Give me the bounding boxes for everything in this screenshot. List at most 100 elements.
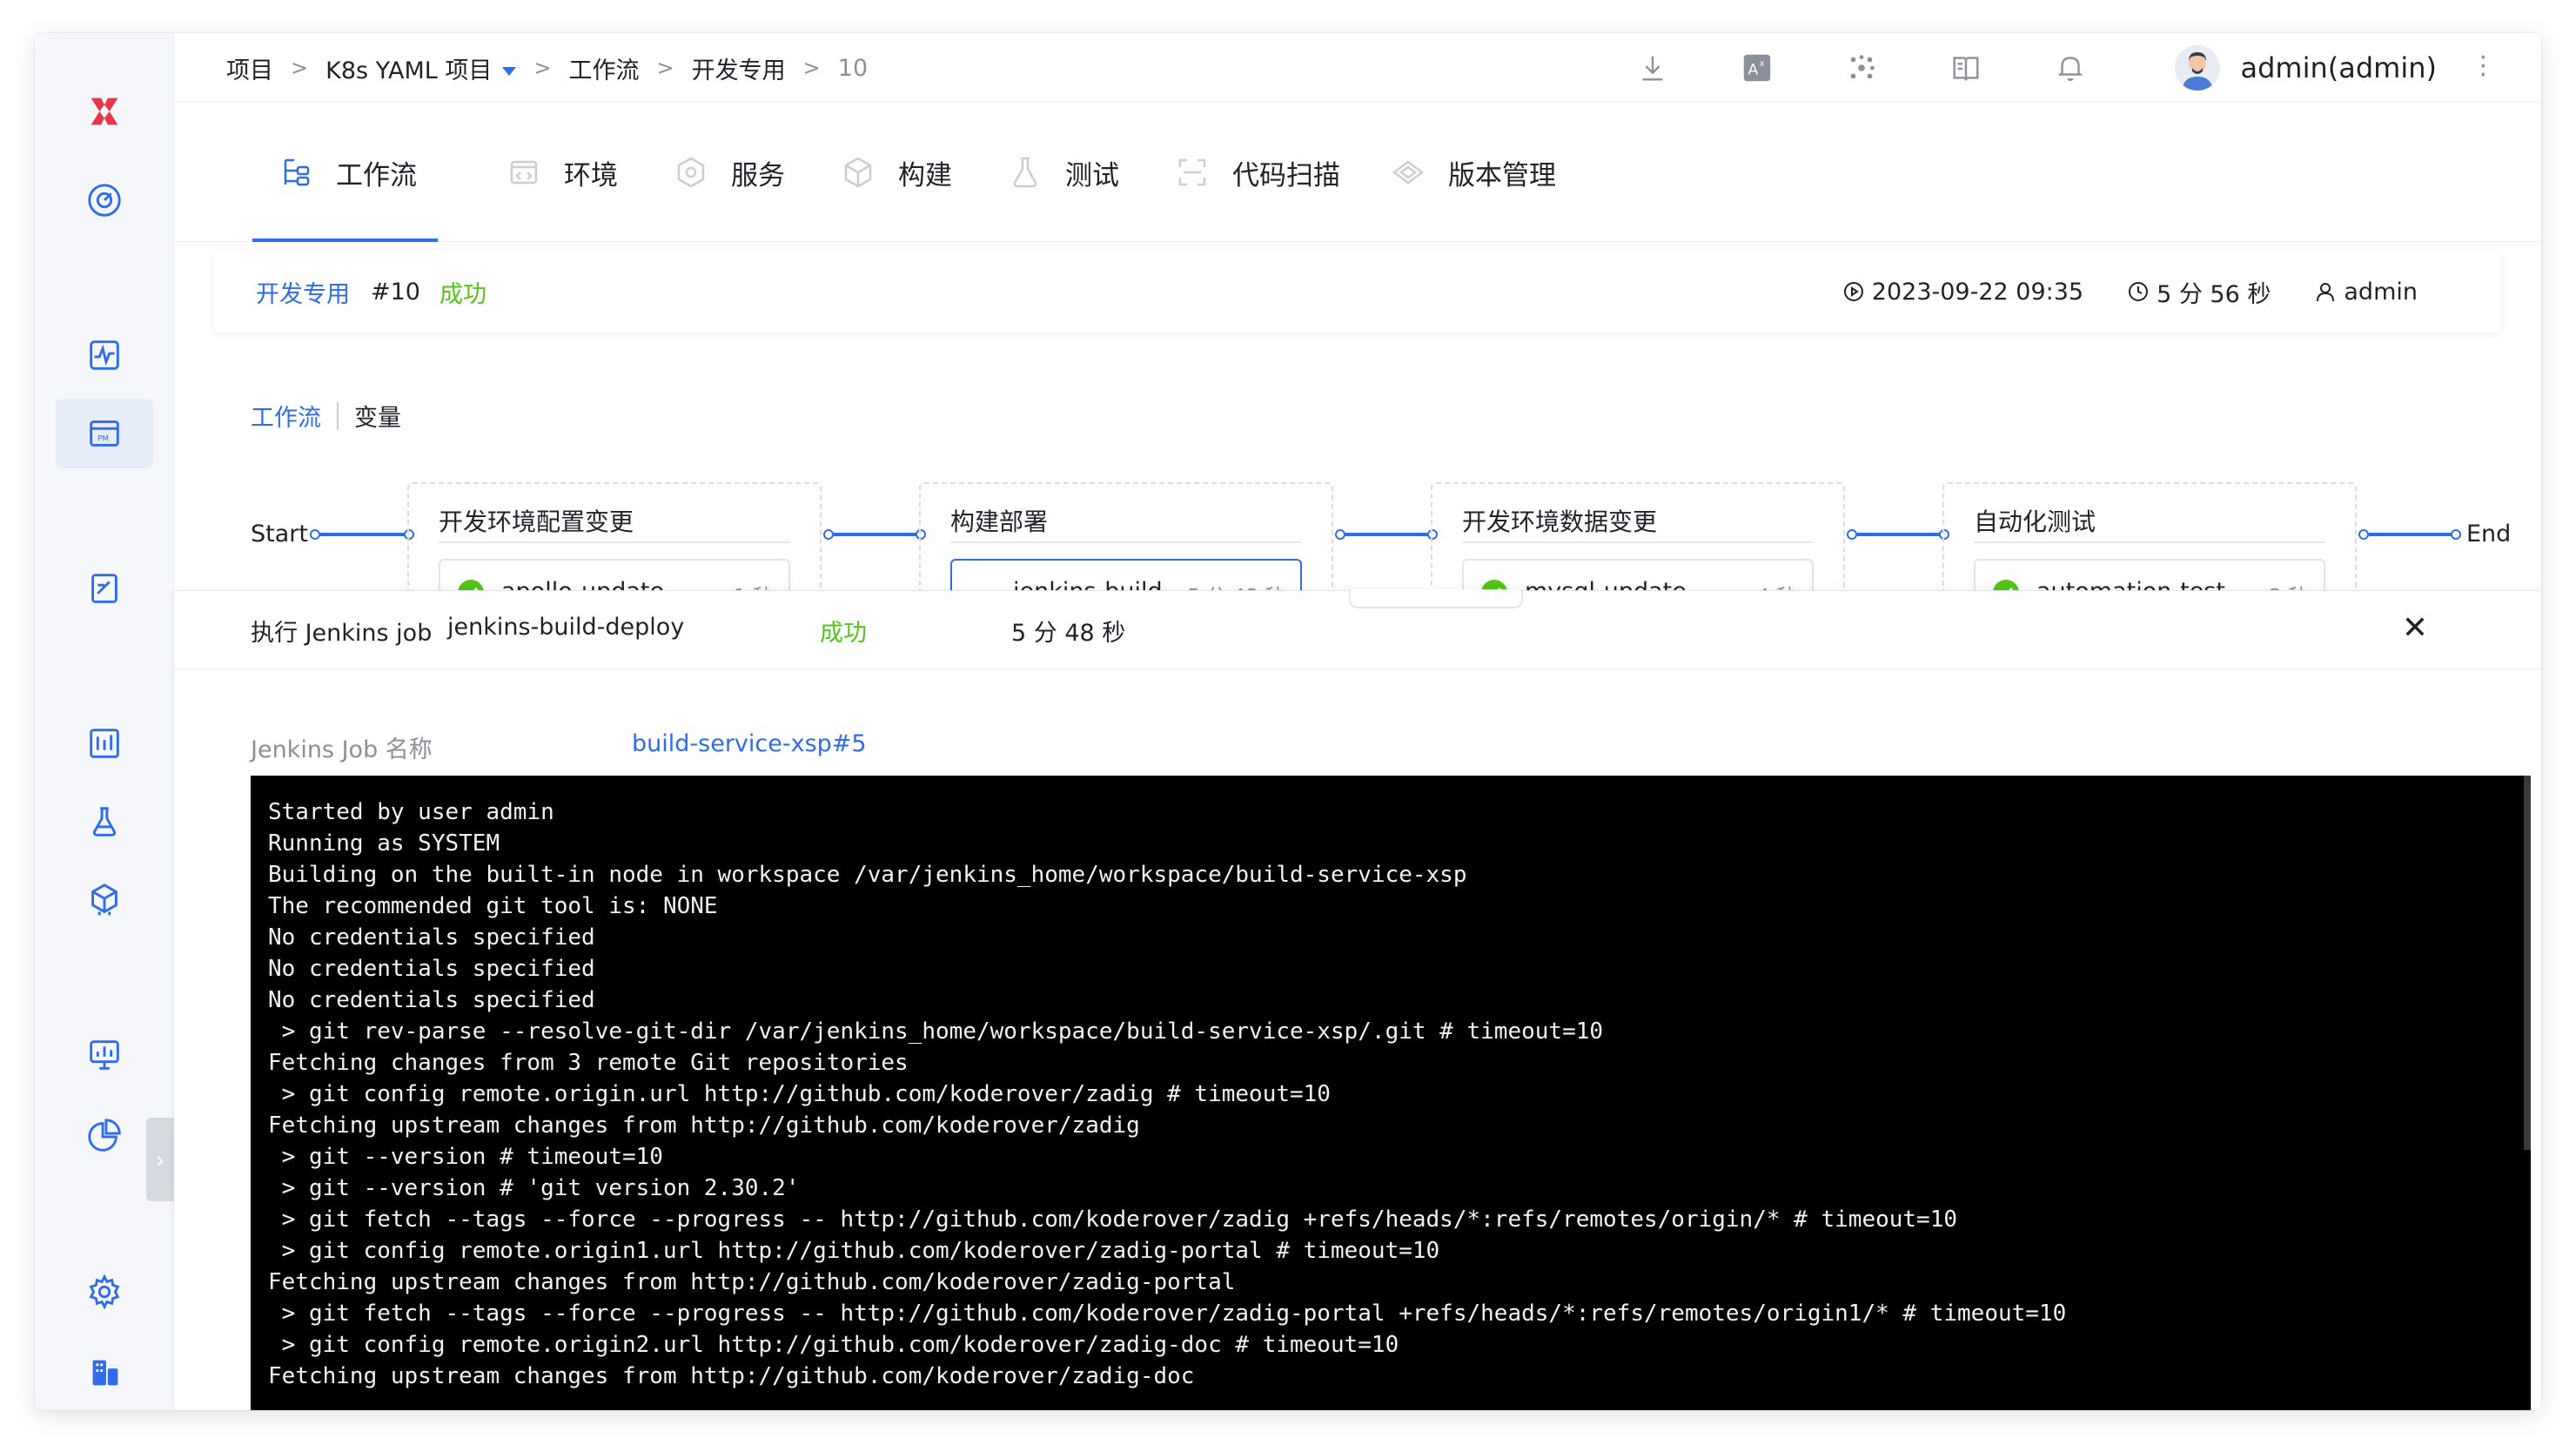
stage-divider: [950, 541, 1302, 543]
enterprise-building-icon[interactable]: [56, 1337, 153, 1407]
subtab-workflow[interactable]: 工作流: [251, 399, 321, 433]
release-notes-icon[interactable]: [56, 554, 153, 623]
start-time-value: 2023-09-22 09:35: [1871, 278, 2084, 306]
close-icon[interactable]: ✕: [2402, 610, 2428, 646]
pipeline-start: Start: [251, 521, 308, 548]
tab-service[interactable]: 服务: [674, 103, 785, 242]
download-icon[interactable]: [1633, 49, 1672, 87]
breadcrumb-separator: >: [291, 56, 309, 80]
play-circle-icon: [1843, 282, 1863, 301]
monitor-pulse-icon[interactable]: [56, 320, 153, 390]
svg-text:A: A: [1748, 62, 1758, 79]
notification-bell-icon[interactable]: [2051, 49, 2090, 87]
zadig-logo[interactable]: [56, 77, 153, 146]
breadcrumb-projects[interactable]: 项目: [226, 51, 273, 85]
pipeline-end: End: [2466, 521, 2512, 548]
pipeline-connector: [320, 533, 406, 536]
top-actions: Ax admin(admin): [1600, 33, 2542, 103]
pipeline-node-dot: [2451, 529, 2461, 540]
pipeline-connector: [1857, 533, 1941, 536]
tab-label: 工作流: [336, 159, 417, 192]
service-icon: [677, 157, 705, 188]
run-summary-card: 开发专用 #10 成功 2023-09-22 09:35 5 分 56 秒 ad…: [214, 251, 2501, 333]
translate-icon[interactable]: Ax: [1738, 49, 1776, 87]
drawer-duration: 5 分 48 秒: [1011, 620, 1126, 647]
pipeline-node-dot: [2358, 529, 2369, 540]
tab-build[interactable]: 构建: [841, 103, 952, 242]
drawer-status: 成功: [820, 620, 867, 647]
divider: [337, 401, 339, 430]
version-icon: [1392, 160, 1425, 185]
user-icon: [2317, 283, 2335, 302]
svg-text:PM: PM: [97, 435, 109, 444]
breadcrumb-workflow[interactable]: 开发专用: [692, 51, 786, 85]
pipeline-node-dot: [823, 529, 834, 540]
stage-name: 开发环境配置变更: [439, 507, 634, 536]
project-tabs: 工作流 环境 服务 构建 测试 代码扫描 版本管理: [174, 103, 2541, 242]
stage-name: 开发环境数据变更: [1462, 507, 1658, 536]
jenkins-job-link[interactable]: build-service-xsp#5: [632, 730, 867, 757]
tab-workflow[interactable]: 工作流: [252, 103, 438, 242]
artifact-cube-icon[interactable]: [56, 865, 153, 935]
job-detail-drawer: 执行 Jenkins job jenkins-build-deploy 成功 5…: [174, 589, 2541, 1410]
breadcrumb: 项目 > K8s YAML 项目 > 工作流 > 开发专用 > 10: [226, 33, 868, 103]
sidebar-expand-handle[interactable]: ›: [146, 1118, 174, 1201]
statistics-pie-icon[interactable]: [56, 1100, 153, 1170]
subtab-variables[interactable]: 变量: [354, 399, 401, 433]
dashboard-icon[interactable]: [56, 165, 153, 235]
app-window: PM › 项目 > K8s YAML 项目 > 工作流 > 开发专用 > 10 …: [35, 33, 2541, 1410]
pipeline-node-dot: [310, 529, 320, 540]
test-flask-icon[interactable]: [56, 787, 153, 857]
breadcrumb-workflows[interactable]: 工作流: [569, 51, 640, 85]
run-start-time: 2023-09-22 09:35: [1842, 279, 2083, 306]
run-user-value: admin: [2344, 278, 2418, 306]
clock-icon: [2129, 282, 2149, 301]
stage-divider: [1974, 541, 2325, 543]
tab-test[interactable]: 测试: [1008, 103, 1119, 242]
tab-environment[interactable]: 环境: [506, 103, 618, 242]
caret-down-icon[interactable]: [502, 67, 517, 76]
drawer-job-name: jenkins-build-deploy: [447, 614, 685, 641]
stage-divider: [439, 541, 790, 543]
stage-name: 自动化测试: [1974, 507, 2096, 536]
test-flask-icon: [1013, 157, 1037, 188]
run-duration: 5 分 56 秒: [2127, 275, 2271, 309]
pipeline-connector: [834, 533, 917, 536]
pipeline-node-dot: [1847, 529, 1857, 540]
pipeline-node-dot: [1335, 529, 1345, 540]
run-meta: 2023-09-22 09:35 5 分 56 秒 admin: [1799, 275, 2418, 309]
tab-label: 构建: [898, 159, 952, 192]
run-status-badge: 成功: [439, 280, 486, 308]
breadcrumb-run-number: 10: [837, 54, 869, 82]
tab-code-scan[interactable]: 代码扫描: [1175, 103, 1340, 242]
breadcrumb-project-name[interactable]: K8s YAML 项目: [325, 57, 492, 84]
log-scrollbar[interactable]: [2524, 776, 2531, 1150]
pipeline-connector: [1345, 533, 1429, 536]
tab-label: 测试: [1065, 159, 1119, 192]
duration-value: 5 分 56 秒: [2157, 280, 2271, 308]
breadcrumb-separator: >: [802, 56, 821, 80]
tab-label: 服务: [731, 159, 785, 192]
docs-book-icon[interactable]: [1947, 49, 1985, 87]
run-number: #10: [371, 278, 420, 306]
more-vertical-icon[interactable]: · · ·: [2479, 45, 2487, 89]
code-scan-icon: [1178, 158, 1206, 186]
sidebar: PM ›: [35, 33, 174, 1410]
breadcrumb-separator: >: [533, 56, 552, 80]
username[interactable]: admin(admin): [2241, 51, 2438, 84]
workflow-name-link[interactable]: 开发专用: [256, 275, 350, 309]
plugins-icon[interactable]: [1842, 49, 1881, 87]
settings-gear-icon[interactable]: [56, 1257, 153, 1327]
main-area: 项目 > K8s YAML 项目 > 工作流 > 开发专用 > 10 Ax ad…: [174, 33, 2541, 1410]
build-list-icon[interactable]: [56, 709, 153, 778]
project-icon[interactable]: PM: [56, 399, 153, 468]
breadcrumb-separator: >: [656, 56, 674, 80]
drawer-header: 执行 Jenkins job jenkins-build-deploy 成功 5…: [174, 591, 2541, 669]
data-screen-icon[interactable]: [56, 1020, 153, 1090]
avatar[interactable]: [2174, 45, 2220, 91]
tab-label: 代码扫描: [1232, 159, 1340, 192]
workflow-icon: [284, 158, 310, 186]
build-log-console[interactable]: Started by user admin Running as SYSTEM …: [251, 776, 2531, 1410]
tab-version[interactable]: 版本管理: [1391, 103, 1556, 242]
breadcrumb-project[interactable]: K8s YAML 项目: [325, 51, 517, 85]
